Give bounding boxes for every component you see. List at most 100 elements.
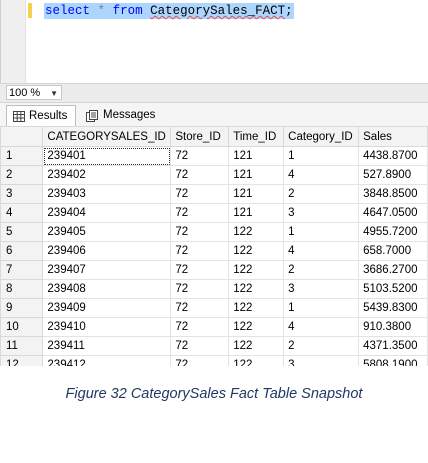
table-row[interactable]: 5 239405 72 122 1 4955.7200: [0, 222, 428, 242]
time-id-cell[interactable]: 121: [228, 184, 285, 204]
sales-cell[interactable]: 910.3800: [358, 317, 428, 337]
category-id-cell[interactable]: 4: [283, 317, 360, 337]
categorysales-id-cell[interactable]: 239405: [42, 222, 172, 242]
categorysales-id-cell[interactable]: 239406: [42, 241, 172, 261]
store-id-cell[interactable]: 72: [170, 184, 230, 204]
table-row[interactable]: 12 239412 72 122 3 5808.1900: [0, 355, 428, 366]
sales-cell[interactable]: 3848.8500: [358, 184, 428, 204]
time-id-cell[interactable]: 122: [228, 260, 285, 280]
categorysales-id-cell[interactable]: 239412: [42, 355, 172, 366]
time-id-cell[interactable]: 122: [228, 279, 285, 299]
categorysales-id-cell[interactable]: 239410: [42, 317, 172, 337]
table-row[interactable]: 1 239401 72 121 1 4438.8700: [0, 146, 428, 166]
time-id-cell[interactable]: 121: [228, 203, 285, 223]
editor-gutter: [1, 0, 26, 83]
category-id-cell[interactable]: 3: [283, 203, 360, 223]
time-id-cell[interactable]: 122: [228, 317, 285, 337]
row-number[interactable]: 8: [0, 279, 44, 299]
categorysales-id-cell[interactable]: 239402: [42, 165, 172, 185]
row-number[interactable]: 7: [0, 260, 44, 280]
sales-cell[interactable]: 4647.0500: [358, 203, 428, 223]
table-row[interactable]: 3 239403 72 121 2 3848.8500: [0, 184, 428, 204]
table-row[interactable]: 10 239410 72 122 4 910.3800: [0, 317, 428, 337]
store-id-cell[interactable]: 72: [170, 298, 230, 318]
row-number[interactable]: 3: [0, 184, 44, 204]
sales-cell[interactable]: 5439.8300: [358, 298, 428, 318]
column-header-rownum[interactable]: [0, 126, 44, 147]
time-id-cell[interactable]: 122: [228, 355, 285, 366]
row-number[interactable]: 10: [0, 317, 44, 337]
sales-cell[interactable]: 527.8900: [358, 165, 428, 185]
row-number[interactable]: 11: [0, 336, 44, 356]
store-id-cell[interactable]: 72: [170, 203, 230, 223]
table-row[interactable]: 9 239409 72 122 1 5439.8300: [0, 298, 428, 318]
tab-messages[interactable]: Messages: [80, 105, 158, 126]
time-id-cell[interactable]: 122: [228, 298, 285, 318]
categorysales-id-cell[interactable]: 239404: [42, 203, 172, 223]
sales-cell[interactable]: 5103.5200: [358, 279, 428, 299]
column-header-sales[interactable]: Sales: [358, 126, 428, 147]
time-id-cell[interactable]: 122: [228, 222, 285, 242]
sql-query-line[interactable]: select * from CategorySales_FACT;: [44, 3, 294, 19]
column-header-store-id[interactable]: Store_ID: [170, 126, 230, 147]
store-id-cell[interactable]: 72: [170, 279, 230, 299]
chevron-down-icon[interactable]: ▼: [50, 86, 58, 101]
category-id-cell[interactable]: 1: [283, 298, 360, 318]
sales-cell[interactable]: 4371.3500: [358, 336, 428, 356]
categorysales-id-cell[interactable]: 239409: [42, 298, 172, 318]
store-id-cell[interactable]: 72: [170, 260, 230, 280]
categorysales-id-cell[interactable]: 239401: [42, 146, 172, 166]
sales-cell[interactable]: 658.7000: [358, 241, 428, 261]
row-number[interactable]: 1: [0, 146, 44, 166]
table-row[interactable]: 2 239402 72 121 4 527.8900: [0, 165, 428, 185]
zoom-select[interactable]: 100 % ▼: [6, 85, 62, 100]
category-id-cell[interactable]: 2: [283, 260, 360, 280]
categorysales-id-cell[interactable]: 239403: [42, 184, 172, 204]
store-id-cell[interactable]: 72: [170, 146, 230, 166]
store-id-cell[interactable]: 72: [170, 317, 230, 337]
column-header-categorysales-id[interactable]: CATEGORYSALES_ID: [42, 126, 172, 147]
row-number[interactable]: 6: [0, 241, 44, 261]
categorysales-id-cell[interactable]: 239407: [42, 260, 172, 280]
time-id-cell[interactable]: 121: [228, 165, 285, 185]
table-row[interactable]: 11 239411 72 122 2 4371.3500: [0, 336, 428, 356]
row-number[interactable]: 5: [0, 222, 44, 242]
store-id-cell[interactable]: 72: [170, 222, 230, 242]
query-editor[interactable]: select * from CategorySales_FACT;: [0, 0, 428, 83]
table-row[interactable]: 7 239407 72 122 2 3686.2700: [0, 260, 428, 280]
store-id-cell[interactable]: 72: [170, 336, 230, 356]
category-id-cell[interactable]: 4: [283, 241, 360, 261]
sales-cell[interactable]: 4955.7200: [358, 222, 428, 242]
tab-results[interactable]: Results: [6, 105, 76, 126]
table-row[interactable]: 8 239408 72 122 3 5103.5200: [0, 279, 428, 299]
store-id-cell[interactable]: 72: [170, 165, 230, 185]
sales-cell[interactable]: 3686.2700: [358, 260, 428, 280]
sales-cell[interactable]: 5808.1900: [358, 355, 428, 366]
category-id-cell[interactable]: 2: [283, 184, 360, 204]
categorysales-id-cell[interactable]: 239408: [42, 279, 172, 299]
table-row[interactable]: 4 239404 72 121 3 4647.0500: [0, 203, 428, 223]
results-table-body: 1 239401 72 121 1 4438.8700 2 239402 72 121 4 527.8…: [0, 146, 428, 366]
store-id-cell[interactable]: 72: [170, 355, 230, 366]
category-id-cell[interactable]: 1: [283, 222, 360, 242]
time-id-cell[interactable]: 122: [228, 241, 285, 261]
sql-table-name: CategorySales_FACT: [150, 4, 286, 18]
store-id-cell[interactable]: 72: [170, 241, 230, 261]
row-number[interactable]: 2: [0, 165, 44, 185]
column-header-category-id[interactable]: Category_ID: [283, 126, 360, 147]
column-header-time-id[interactable]: Time_ID: [228, 126, 285, 147]
row-number[interactable]: 4: [0, 203, 44, 223]
time-id-cell[interactable]: 121: [228, 146, 285, 166]
row-number[interactable]: 12: [0, 355, 44, 366]
table-row[interactable]: 6 239406 72 122 4 658.7000: [0, 241, 428, 261]
category-id-cell[interactable]: 2: [283, 336, 360, 356]
category-id-cell[interactable]: 1: [283, 146, 360, 166]
category-id-cell[interactable]: 3: [283, 279, 360, 299]
category-id-cell[interactable]: 4: [283, 165, 360, 185]
results-grid[interactable]: CATEGORYSALES_ID Store_ID Time_ID Catego…: [0, 126, 428, 366]
row-number[interactable]: 9: [0, 298, 44, 318]
time-id-cell[interactable]: 122: [228, 336, 285, 356]
categorysales-id-cell[interactable]: 239411: [42, 336, 172, 356]
category-id-cell[interactable]: 3: [283, 355, 360, 366]
sales-cell[interactable]: 4438.8700: [358, 146, 428, 166]
